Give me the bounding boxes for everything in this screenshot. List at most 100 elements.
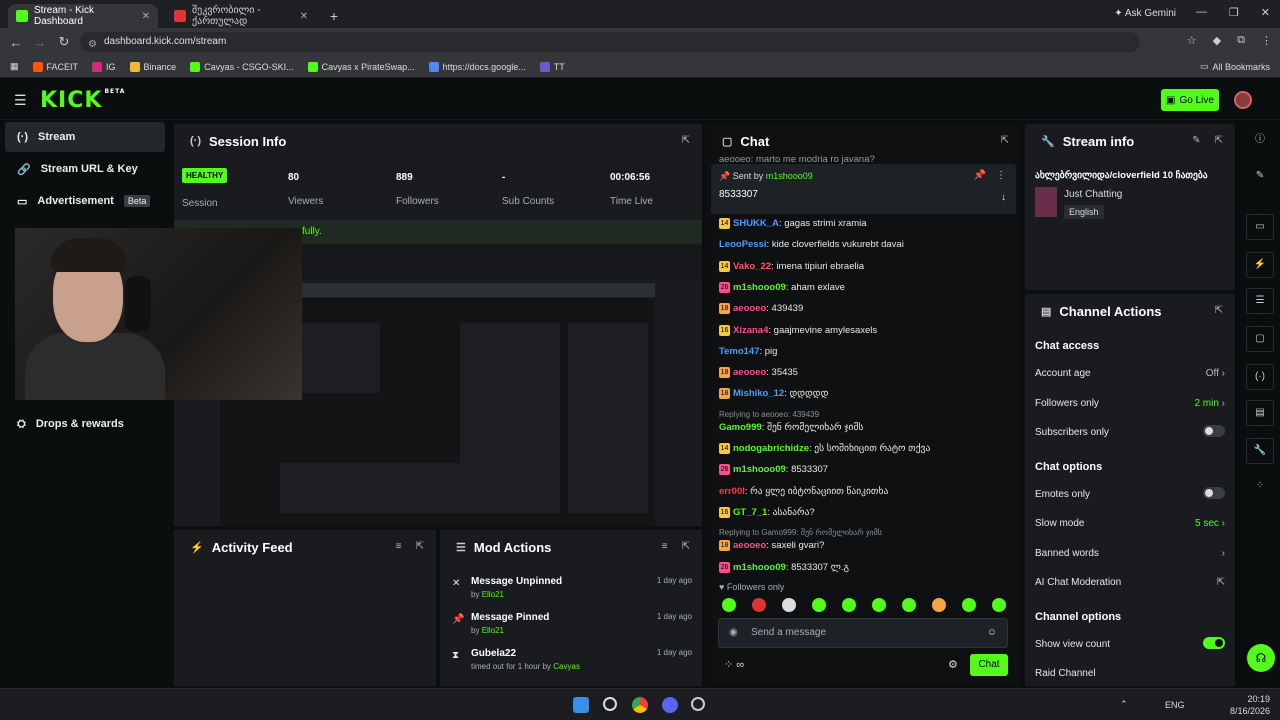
restore-icon[interactable]: ❐ xyxy=(1229,6,1239,19)
filter-icon[interactable]: ≡ xyxy=(396,541,402,552)
chat-username[interactable]: LeooPessi xyxy=(719,239,767,250)
chat-username[interactable]: Mishiko_12 xyxy=(733,388,784,399)
chat-message[interactable]: 14 nodogabrichidze: ეს სოშიხიცით რატო თქვ… xyxy=(719,443,930,454)
chat-message[interactable]: LeooPessi: kide cloverfields vukurebt da… xyxy=(719,239,904,250)
search-icon[interactable] xyxy=(603,697,617,711)
close-tab-icon[interactable]: ✕ xyxy=(300,11,308,22)
ai-moderation-row[interactable]: AI Chat Moderation ⇱ xyxy=(1035,577,1225,588)
chat-message-input[interactable]: ◉ Send a message ☺ xyxy=(718,618,1008,648)
popout-icon[interactable]: ⇱ xyxy=(682,135,690,146)
chrome-icon[interactable] xyxy=(632,697,648,713)
chat-username[interactable]: Gamo999 xyxy=(719,422,762,433)
popout-icon[interactable]: ⇱ xyxy=(416,541,424,552)
info-icon[interactable]: ⓘ xyxy=(1246,128,1274,154)
chat-message[interactable]: err00l: რა ყლე იბტონაციით წაიკითხა xyxy=(719,486,888,497)
unpin-button[interactable]: 📌 xyxy=(974,170,986,181)
chat-username[interactable]: GT_7_1 xyxy=(733,507,767,518)
system-clock[interactable]: 20:19 8/16/2026 xyxy=(1230,693,1270,717)
popout-icon[interactable]: ⇱ xyxy=(1215,135,1223,146)
edit-icon[interactable]: ✎ xyxy=(1192,135,1200,146)
sidebar-item-advertisement[interactable]: ▭ Advertisement Beta xyxy=(5,186,165,216)
back-icon[interactable]: ← xyxy=(4,35,28,50)
bookmark-faceit[interactable]: FACEIT xyxy=(32,61,78,72)
chat-message[interactable]: 26 m1shooo09: 8533307 xyxy=(719,464,828,475)
chat-message[interactable]: 18 Mishiko_12: დდდდდ xyxy=(719,388,828,399)
close-window-icon[interactable]: ✕ xyxy=(1261,6,1270,19)
go-live-button[interactable]: ▣ Go Live xyxy=(1161,89,1219,111)
new-tab-icon[interactable]: + xyxy=(324,8,344,24)
bookmark-ig[interactable]: IG xyxy=(92,61,116,72)
chat-username[interactable]: Xizana4 xyxy=(733,325,768,336)
slow-mode-row[interactable]: Slow mode 5 sec › xyxy=(1035,518,1225,529)
popout-icon[interactable]: ⇱ xyxy=(682,541,690,552)
infinity-icon[interactable]: ∞ xyxy=(736,659,744,671)
site-info-icon[interactable]: ⚙ xyxy=(88,35,97,55)
chat-message[interactable]: 26 m1shooo09: aham exlave xyxy=(719,281,845,293)
menu-kebab-icon[interactable]: ⋮ xyxy=(1261,34,1272,47)
pinned-more-icon[interactable]: ⋮ xyxy=(996,170,1006,181)
forward-icon[interactable]: → xyxy=(28,35,52,50)
bookmark-star-icon[interactable]: ☆ xyxy=(1187,34,1197,47)
emoji-icon[interactable]: ☺ xyxy=(987,619,997,647)
category-name[interactable]: Just Chatting xyxy=(1064,189,1122,200)
sidebar-item-drops[interactable]: ⛭ Drops & rewards xyxy=(5,409,165,439)
sidebar-item-stream[interactable]: (·) Stream xyxy=(5,122,165,152)
emote-icon[interactable] xyxy=(902,598,916,612)
bookmark-tt[interactable]: TT xyxy=(539,61,565,72)
apps-grid-icon[interactable]: ▦ xyxy=(10,61,19,72)
emotes-only-toggle[interactable] xyxy=(1203,487,1225,499)
emote-icon[interactable] xyxy=(932,598,946,612)
chat-message[interactable]: 14 Vako_22: imena tipiuri ebraelia xyxy=(719,260,864,272)
show-view-count-toggle[interactable] xyxy=(1203,637,1225,649)
chat-username[interactable]: aeooeo xyxy=(733,367,766,378)
filter-icon[interactable]: ≡ xyxy=(662,541,668,552)
discord-icon[interactable] xyxy=(662,697,678,713)
chat-message[interactable]: 16 Xizana4: gaajmevine amylesaxels xyxy=(719,324,877,336)
steam-icon[interactable] xyxy=(691,697,705,711)
avatar[interactable] xyxy=(1234,91,1252,109)
lightning-icon[interactable]: ⚡ xyxy=(1246,252,1274,278)
ask-gemini-button[interactable]: ✦ Ask Gemini xyxy=(1114,8,1176,19)
url-field[interactable]: ⚙ dashboard.kick.com/stream xyxy=(80,32,1140,52)
hamburger-menu-icon[interactable]: ☰ xyxy=(14,92,27,109)
panel-toggle-icon[interactable]: ▭ xyxy=(1246,214,1274,240)
reload-icon[interactable]: ↻ xyxy=(52,34,76,50)
chat-message[interactable]: 16 GT_7_1: ასანარა? xyxy=(719,506,815,518)
emote-icon[interactable] xyxy=(752,598,766,612)
channel-icon[interactable]: ▤ xyxy=(1246,400,1274,426)
list-icon[interactable]: ☰ xyxy=(1246,288,1274,314)
chat-message[interactable]: 18 aeooeo: 439439 xyxy=(719,303,803,314)
wrench-icon[interactable]: 🔧 xyxy=(1246,438,1274,464)
extension-icon[interactable]: ◆ xyxy=(1213,34,1221,47)
chat-username[interactable]: m1shooo09 xyxy=(733,562,786,573)
chat-username[interactable]: SHUKK_A xyxy=(733,218,779,229)
emote-icon[interactable] xyxy=(992,598,1006,612)
account-age-row[interactable]: Account age Off › xyxy=(1035,368,1225,379)
bookmark-google-docs[interactable]: https://docs.google... xyxy=(428,61,526,72)
kick-emote-icon[interactable]: ⁘ xyxy=(724,659,733,671)
emote-icon[interactable] xyxy=(812,598,826,612)
chat-message[interactable]: 26 m1shooo09: 8533307 ლ.გ xyxy=(719,561,849,573)
popout-icon[interactable]: ⇱ xyxy=(1215,305,1223,316)
minimize-icon[interactable]: — xyxy=(1196,6,1207,19)
popout-icon[interactable]: ⇱ xyxy=(1001,135,1009,146)
bookmark-cavyas-csgo[interactable]: Cavyas - CSGO-SKI... xyxy=(190,61,294,72)
extensions-puzzle-icon[interactable]: ⧉ xyxy=(1237,34,1245,47)
chat-settings-icon[interactable]: ⚙ xyxy=(948,658,958,671)
tab-kick-dashboard[interactable]: Stream - Kick Dashboard ✕ xyxy=(8,4,158,28)
chat-username[interactable]: m1shooo09 xyxy=(733,464,786,475)
chat-username[interactable]: m1shooo09 xyxy=(733,282,786,293)
chat-username[interactable]: err00l xyxy=(719,486,745,497)
chat-message[interactable]: Gamo999: შენ რომელიხარ ჯიმს xyxy=(719,422,863,433)
chat-username[interactable]: nodogabrichidze xyxy=(733,443,809,454)
emote-icon[interactable] xyxy=(872,598,886,612)
emote-icon[interactable] xyxy=(782,598,796,612)
chat-bubble-icon[interactable]: ▢ xyxy=(1246,326,1274,352)
send-chat-button[interactable]: Chat xyxy=(970,654,1008,676)
windows-start-icon[interactable] xyxy=(573,697,589,713)
followers-only-row[interactable]: Followers only 2 min › xyxy=(1035,398,1225,409)
subscribers-only-toggle[interactable] xyxy=(1203,425,1225,437)
edit-icon[interactable]: ✎ xyxy=(1246,164,1274,190)
emote-icon[interactable] xyxy=(962,598,976,612)
chat-message[interactable]: 18 aeooeo: saxeli gvari? xyxy=(719,540,824,551)
